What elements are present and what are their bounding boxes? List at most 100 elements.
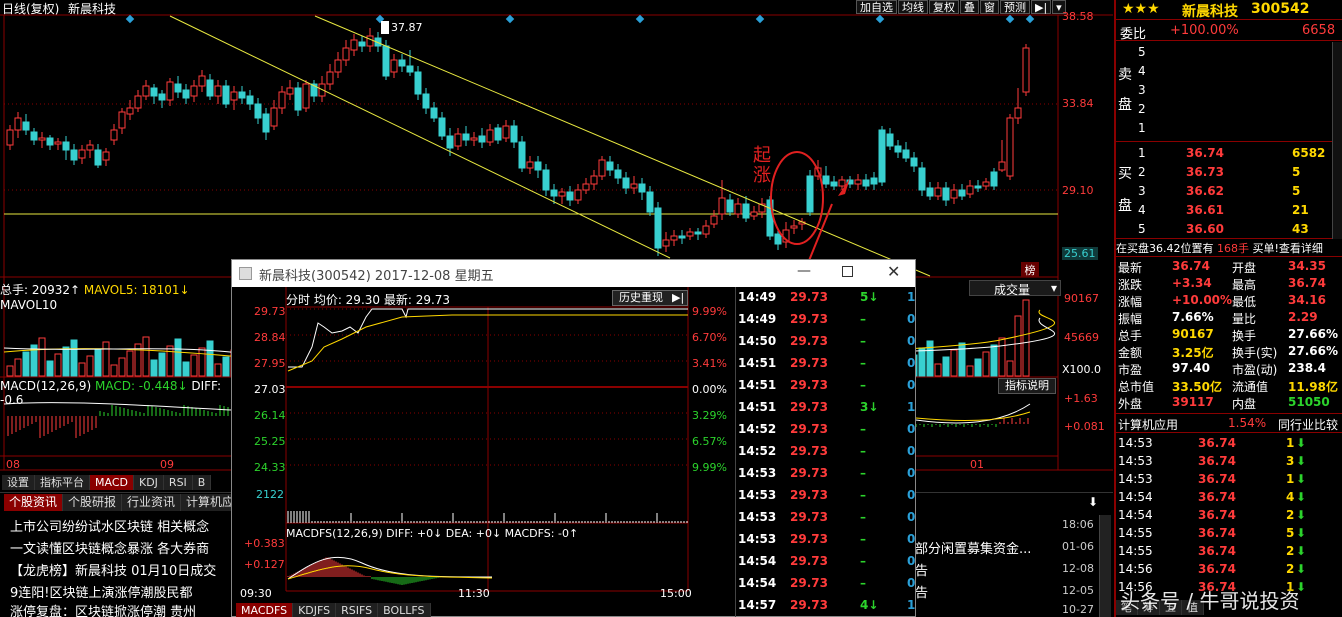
buy-volume: 43 xyxy=(1292,222,1309,236)
tab-macd[interactable]: MACD xyxy=(90,475,134,490)
tick-price: 29.73 xyxy=(790,422,828,436)
buy-row[interactable]: 2 36.73 5 xyxy=(1116,163,1342,182)
tick-count: 0 xyxy=(907,532,916,546)
tab-stock-news[interactable]: 个股资讯 xyxy=(4,494,64,511)
tab-rsi[interactable]: RSI xyxy=(163,475,193,490)
sell-row[interactable]: 4 xyxy=(1116,62,1342,81)
tick-time: 14:54 xyxy=(738,554,777,568)
volume-bar xyxy=(206,340,214,377)
candle-body xyxy=(958,189,966,197)
candle-body xyxy=(894,145,902,153)
candle-body xyxy=(454,133,462,147)
indicator-help-button[interactable]: 指标说明 xyxy=(998,378,1056,394)
tick-count: 0 xyxy=(907,488,916,502)
candle-body xyxy=(150,87,158,97)
candle-body xyxy=(646,191,654,213)
news-scrollbar[interactable] xyxy=(1099,515,1111,617)
candle-body xyxy=(910,157,918,167)
tick-count: 1 xyxy=(907,598,916,612)
dialog-titlebar[interactable]: 新晨科技(300542) 2017-12-08 星期五 — ✕ xyxy=(232,260,915,287)
intraday-chart[interactable] xyxy=(232,287,737,617)
maximize-icon[interactable] xyxy=(842,266,853,277)
weibi-row: 委比 +100.00% 6658 xyxy=(1116,21,1342,42)
tab-bollfs[interactable]: BOLLFS xyxy=(378,603,431,617)
tick-time: 14:53 xyxy=(738,532,777,546)
volume-bar xyxy=(166,345,174,377)
queue-link[interactable]: 买单!查看详细 xyxy=(1253,242,1323,255)
news-item[interactable]: 【龙虎榜】新晨科技 01月10日成交 xyxy=(10,560,216,579)
compare-button[interactable]: 同行业比较 xyxy=(1278,416,1338,433)
intraday-tick-list[interactable]: 14:49 29.73 5↓ 1 14:49 29.73–0 14:50 29.73–0 14:… xyxy=(735,287,915,617)
tab-macdfs[interactable]: MACDFS xyxy=(236,603,294,617)
tab-kdjfs[interactable]: KDJFS xyxy=(293,603,337,617)
candle-body xyxy=(358,41,366,47)
minimize-icon[interactable]: — xyxy=(797,263,811,279)
trade-tick-row: 14:55 36.74 2 ⬇ xyxy=(1116,543,1342,561)
tab-indicator-platform[interactable]: 指标平台 xyxy=(35,475,90,490)
candle-body xyxy=(726,199,734,213)
sector-name[interactable]: 计算机应用 xyxy=(1118,416,1178,433)
macd-panel-header: MACD(12,26,9) MACD: -0.448↓ DIFF: -0.6 xyxy=(0,379,240,407)
volume-bar xyxy=(182,361,190,377)
candle-body xyxy=(806,175,814,213)
candle-body xyxy=(902,149,910,159)
intraday-tick-row: 14:50 29.73 – 0 xyxy=(736,331,916,353)
tick-time: 14:51 xyxy=(738,400,777,414)
buy-row[interactable]: 4 36.61 21 xyxy=(1116,201,1342,220)
tab-rsifs[interactable]: RSIFS xyxy=(336,603,379,617)
replay-arrow-icon[interactable]: ▶| xyxy=(672,291,684,304)
quote-scrollbar[interactable] xyxy=(1332,42,1342,239)
stat-label: 开盘 xyxy=(1232,261,1257,275)
tab-industry-news[interactable]: 行业资讯 xyxy=(122,494,182,511)
candle-body xyxy=(622,177,630,189)
news-item[interactable]: 一文读懂区块链概念暴涨 各大券商 xyxy=(10,538,209,557)
intraday-pct-label: 3.29% xyxy=(692,409,727,422)
tab-b[interactable]: B xyxy=(192,475,212,490)
sell-row[interactable]: 1 xyxy=(1116,119,1342,138)
tab-stock-research[interactable]: 个股研报 xyxy=(63,494,123,511)
tab-settings[interactable]: 设置 xyxy=(2,475,35,490)
trade-volume: 4 xyxy=(1286,490,1295,504)
download-icon[interactable]: ⬇ xyxy=(1088,495,1098,509)
volume-indicator-select[interactable]: 成交量 ▾ xyxy=(969,280,1061,297)
intraday-tick-row: 14:53 29.73 – 0 xyxy=(736,507,916,529)
stat-label: 最新 xyxy=(1118,261,1143,275)
news-item[interactable]: 涨停复盘：区块链掀涨停潮 贵州 xyxy=(10,601,196,617)
buy-row[interactable]: 5 36.60 43 xyxy=(1116,220,1342,239)
stat-value: 39117 xyxy=(1172,395,1214,409)
trade-volume: 2 xyxy=(1286,544,1295,558)
watermark: 头条号 / 牛哥说投资 xyxy=(1120,589,1300,613)
event-marker-icon xyxy=(125,14,135,24)
candle-body xyxy=(1022,47,1030,93)
event-marker-icon xyxy=(505,14,515,24)
buy-row[interactable]: 1 36.74 6582 xyxy=(1116,144,1342,163)
tick-time: 14:51 xyxy=(738,378,777,392)
tick-time: 14:54 xyxy=(738,576,777,590)
candle-body xyxy=(638,183,646,193)
list-marker-icon[interactable]: 榜 xyxy=(1021,262,1039,277)
buy-row[interactable]: 3 36.62 5 xyxy=(1116,182,1342,201)
buy-volume: 6582 xyxy=(1292,146,1326,160)
news-item[interactable]: 9连阳!区块链上演涨停潮股民都 xyxy=(10,582,192,601)
stat-label: 涨幅 xyxy=(1118,295,1143,309)
volume-axis-mid: 45669 xyxy=(1064,331,1099,344)
trade-ticks[interactable]: 14:53 36.74 1 ⬇ 14:53 36.74 3 ⬇ 14:53 36.74 1 ⬇ 14:5… xyxy=(1116,434,1342,604)
tab-kdj[interactable]: KDJ xyxy=(133,475,164,490)
tick-count: 0 xyxy=(907,378,916,392)
tick-volume: 5↓ xyxy=(860,290,879,304)
candle-body xyxy=(22,121,30,131)
sell-row[interactable]: 5 xyxy=(1116,43,1342,62)
candle-body xyxy=(534,161,542,171)
candle-body xyxy=(302,83,310,109)
volume-indicator-value: 成交量 xyxy=(994,283,1031,297)
news-item[interactable]: 上市公司纷纷试水区块链 相关概念 xyxy=(10,516,209,535)
stat-value: +3.34 xyxy=(1172,276,1212,290)
trade-tick-row: 14:53 36.74 1 ⬇ xyxy=(1116,471,1342,489)
close-icon[interactable]: ✕ xyxy=(887,262,900,281)
date-label-01: 01 xyxy=(970,458,984,471)
sell-row[interactable]: 2 xyxy=(1116,100,1342,119)
trade-price: 36.74 xyxy=(1198,472,1236,486)
candle-body xyxy=(182,89,190,99)
sell-row[interactable]: 3 xyxy=(1116,81,1342,100)
tick-price: 29.73 xyxy=(790,312,828,326)
